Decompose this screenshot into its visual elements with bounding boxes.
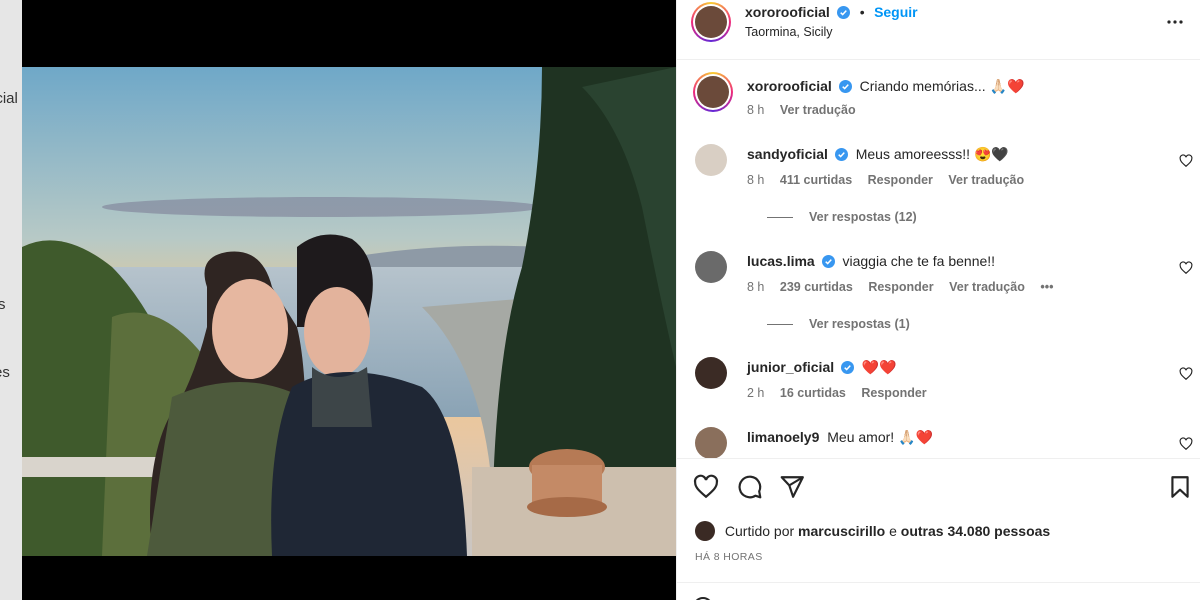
reply-button[interactable]: Responder xyxy=(861,386,926,400)
comment-time[interactable]: 8 h xyxy=(747,280,764,294)
reply-button[interactable]: Responder xyxy=(868,280,933,294)
comment-username[interactable]: lucas.lima xyxy=(747,253,815,269)
comment-meta: 8 h 239 curtidas Responder Ver tradução … xyxy=(747,280,1065,294)
comment-item: limanoely9 Meu amor! 🙏🏻❤️ xyxy=(693,427,1193,458)
comment-text: Meus amoreesss!! 😍🖤 xyxy=(855,146,1009,162)
comments-list: xororooficial Criando memórias... 🙏🏻❤️ 8… xyxy=(677,60,1200,458)
liked-by-prefix: Curtido por xyxy=(724,523,795,539)
heart-icon[interactable] xyxy=(1179,261,1193,275)
likes-count[interactable]: 16 curtidas xyxy=(780,386,846,400)
post-location[interactable]: Taormina, Sicily xyxy=(745,25,833,39)
translate-link[interactable]: Ver tradução xyxy=(948,173,1024,187)
verified-badge-icon xyxy=(837,6,851,19)
comment-username[interactable]: sandyoficial xyxy=(747,146,828,162)
avatar[interactable] xyxy=(695,251,727,283)
comment-more-button[interactable]: ••• xyxy=(1040,280,1053,294)
comment-icon[interactable] xyxy=(737,474,763,500)
liked-by-conj: e xyxy=(889,523,897,539)
translate-link[interactable]: Ver tradução xyxy=(780,103,856,117)
reply-button[interactable]: Responder xyxy=(868,173,933,187)
post-header: xororooficial • Seguir Taormina, Sicily xyxy=(677,0,1200,60)
view-replies-label: Ver respostas (1) xyxy=(809,317,910,331)
verified-badge-icon xyxy=(834,148,848,161)
comment-text: viaggia che te fa benne!! xyxy=(842,253,996,269)
liker-avatar[interactable] xyxy=(695,521,715,541)
more-options-icon[interactable] xyxy=(1165,12,1185,32)
post-caption: xororooficial Criando memórias... 🙏🏻❤️ 8… xyxy=(693,72,1193,122)
liked-by-user[interactable]: marcuscirillo xyxy=(798,523,885,539)
caption-time[interactable]: 8 h xyxy=(747,103,764,117)
caption-line: xororooficial Criando memórias... 🙏🏻❤️ xyxy=(747,78,1024,95)
likes-summary: Curtido por marcuscirillo e outras 34.08… xyxy=(695,521,1050,541)
heart-icon[interactable] xyxy=(693,474,719,500)
view-replies-button[interactable]: Ver respostas (1) xyxy=(767,317,910,331)
follow-button[interactable]: Seguir xyxy=(874,4,918,20)
avatar[interactable] xyxy=(695,357,727,389)
comment-item: junior_oficial ❤️❤️ 2 h 16 curtidas Resp… xyxy=(693,357,1193,407)
verified-badge-icon xyxy=(841,361,855,374)
post-media xyxy=(22,0,676,600)
post-actions: Curtido por marcuscirillo e outras 34.08… xyxy=(677,458,1200,588)
avatar[interactable] xyxy=(695,427,727,458)
avatar[interactable] xyxy=(695,144,727,176)
comment-line: limanoely9 Meu amor! 🙏🏻❤️ xyxy=(747,429,933,446)
verified-badge-icon xyxy=(821,255,835,268)
comment-meta: 2 h 16 curtidas Responder xyxy=(747,386,939,400)
bookmark-icon[interactable] xyxy=(1167,474,1193,500)
background-fragment: s xyxy=(0,296,6,313)
background-page-strip: icial s es xyxy=(0,0,22,600)
heart-icon[interactable] xyxy=(1179,367,1193,381)
photo-illustration xyxy=(22,67,676,556)
background-fragment: es xyxy=(0,364,10,381)
view-replies-button[interactable]: Ver respostas (12) xyxy=(767,210,917,224)
comment-meta: 8 h 411 curtidas Responder Ver tradução xyxy=(747,173,1036,187)
caption-text: Criando memórias... 🙏🏻❤️ xyxy=(859,78,1025,94)
comment-line: lucas.lima viaggia che te fa benne!! xyxy=(747,253,995,269)
comment-line: sandyoficial Meus amoreesss!! 😍🖤 xyxy=(747,146,1009,163)
author-avatar[interactable] xyxy=(691,2,731,42)
background-fragment: icial xyxy=(0,90,18,107)
separator: • xyxy=(859,4,865,20)
likes-count[interactable]: 411 curtidas xyxy=(780,173,852,187)
post-time[interactable]: HÁ 8 HORAS xyxy=(695,551,763,563)
view-replies-label: Ver respostas (12) xyxy=(809,210,917,224)
author-username[interactable]: xororooficial xyxy=(745,4,830,20)
liked-by-others[interactable]: outras 34.080 pessoas xyxy=(901,523,1050,539)
verified-badge-icon xyxy=(838,80,852,93)
post-panel: xororooficial • Seguir Taormina, Sicily … xyxy=(676,0,1200,600)
author-avatar[interactable] xyxy=(693,72,733,112)
comment-input-bar xyxy=(677,582,1200,600)
translate-link[interactable]: Ver tradução xyxy=(949,280,1025,294)
caption-meta: 8 h Ver tradução xyxy=(747,103,868,117)
comment-line: junior_oficial ❤️❤️ xyxy=(747,359,897,376)
comment-item: lucas.lima viaggia che te fa benne!! 8 h… xyxy=(693,251,1193,331)
comment-username[interactable]: junior_oficial xyxy=(747,359,834,375)
likes-count[interactable]: 239 curtidas xyxy=(780,280,853,294)
caption-username[interactable]: xororooficial xyxy=(747,78,832,94)
comment-time[interactable]: 8 h xyxy=(747,173,764,187)
comment-text: ❤️❤️ xyxy=(861,359,897,375)
post-photo[interactable] xyxy=(22,67,676,556)
comment-time[interactable]: 2 h xyxy=(747,386,764,400)
comment-username[interactable]: limanoely9 xyxy=(747,429,819,445)
heart-icon[interactable] xyxy=(1179,437,1193,451)
heart-icon[interactable] xyxy=(1179,154,1193,168)
author-line: xororooficial • Seguir xyxy=(745,4,918,22)
comment-text: Meu amor! 🙏🏻❤️ xyxy=(827,429,933,445)
comment-item: sandyoficial Meus amoreesss!! 😍🖤 8 h 411… xyxy=(693,144,1193,224)
share-icon[interactable] xyxy=(779,474,805,500)
